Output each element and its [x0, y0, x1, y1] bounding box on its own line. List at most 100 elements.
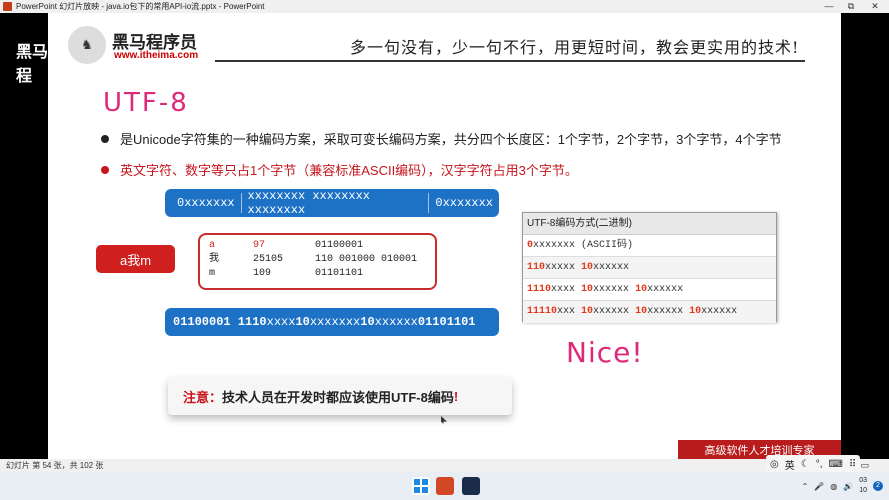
example-row: a 97 01100001: [209, 239, 435, 253]
table-prefix: 10: [635, 306, 648, 317]
ime-toolbar: ◎ 英 ☾ °, ⌨ ⠿: [766, 455, 861, 473]
example-row: m 109 01101101: [209, 267, 435, 281]
table-bits: xxxxxx: [593, 306, 636, 317]
table-bits: xxxxxxx (ASCII码): [533, 240, 634, 251]
table-bits: xxxxxx: [647, 306, 690, 317]
example-char: a: [209, 240, 216, 251]
slide-counter: 幻灯片 第 54 张，共 102 张: [6, 461, 104, 470]
clock[interactable]: 03 10: [859, 476, 867, 496]
brand-logo-icon: ♞: [65, 23, 109, 67]
table-bits: xxxxxx: [647, 284, 684, 295]
ime-language[interactable]: 英: [785, 457, 795, 472]
slogan: 多一句没有，少一句不行，用更短时间，教会更实用的技术!: [350, 38, 800, 57]
table-header: UTF-8编码方式(二进制): [523, 213, 776, 235]
table-prefix: 10: [581, 306, 594, 317]
keyboard-icon[interactable]: ⌨: [828, 459, 842, 470]
encoded-segment: 01101101: [418, 315, 476, 329]
encoded-bits-bold: 01100001 1110: [173, 315, 267, 329]
encoded-bits-bold: 01101101: [417, 315, 476, 329]
encoded-bits-bold: 10: [295, 315, 310, 329]
intellij-taskbar-icon[interactable]: [462, 477, 480, 495]
utf8-format-bar: 0xxxxxxx xxxxxxxx xxxxxxxx xxxxxxxx 0xxx…: [165, 189, 499, 217]
notice-box: 注意： 技术人员在开发时都应该使用UTF-8编码 !: [168, 377, 512, 415]
ime-logo-icon[interactable]: ◎: [770, 459, 779, 470]
windows-start-icon[interactable]: [412, 477, 430, 495]
mouse-cursor-icon: [441, 416, 447, 424]
table-row: 0xxxxxxx (ASCII码): [523, 235, 776, 257]
slide[interactable]: ♞ 黑马程序员 www.itheima.com 多一句没有，少一句不行，用更短时…: [48, 13, 841, 459]
minimize-button[interactable]: —: [818, 0, 840, 13]
encoded-bits: xxxxxx: [374, 315, 418, 329]
taskbar: ⌃ 🎤 ◍ 🔊 03 10 2: [0, 472, 889, 500]
table-bits: xxxxxx: [701, 306, 738, 317]
example-row: 我 25105 110 001000 010001: [209, 253, 435, 267]
brand-logo-url: www.itheima.com: [114, 50, 199, 61]
encoded-bits: xxxx: [266, 315, 296, 329]
encoded-bits: xxxxxxx: [309, 315, 361, 329]
notification-badge[interactable]: 2: [873, 481, 883, 491]
close-button[interactable]: ✕: [864, 0, 886, 13]
table-prefix: 110: [527, 262, 546, 273]
speaker-icon[interactable]: 🔊: [843, 482, 853, 491]
example-binary: 110 001000 010001: [315, 254, 418, 265]
slideshow-stage: 黑马程 ♞ 黑马程序员 www.itheima.com 多一句没有，少一句不行，…: [0, 13, 889, 459]
slide-title: UTF-8: [103, 88, 189, 118]
table-prefix: 11110: [527, 306, 558, 317]
mic-icon[interactable]: 🎤: [814, 482, 824, 491]
example-code: 25105: [253, 254, 284, 265]
status-bar: 幻灯片 第 54 张，共 102 张 ‹ ▦ ▭: [0, 459, 889, 472]
table-bits: xxxxxx: [593, 262, 630, 273]
table-row: 1110xxxx 10xxxxxx 10xxxxxx: [523, 279, 776, 301]
format-segment: 0xxxxxxx: [177, 196, 235, 210]
encoded-bar: 01100001 1110xxxx 10xxxxxxx 10xxxxxx 011…: [165, 308, 499, 336]
notice-text: 技术人员在开发时都应该使用UTF-8编码: [222, 389, 454, 405]
notice-suffix: !: [453, 388, 459, 404]
system-tray: ⌃ 🎤 ◍ 🔊 03 10 2: [802, 472, 883, 500]
table-prefix: 10: [581, 262, 594, 273]
powerpoint-taskbar-icon[interactable]: [436, 477, 454, 495]
window-titlebar: PowerPoint 幻灯片放映 - java.io包下的常用API-io流.p…: [0, 0, 889, 13]
table-prefix: 1110: [527, 284, 552, 295]
example-char: m: [209, 268, 216, 279]
example-binary: 01100001: [315, 240, 364, 251]
example-box: a 97 01100001 我 25105 110 001000 010001 …: [198, 233, 437, 290]
table-bits: xxxxxx: [593, 284, 636, 295]
bullet-dot-icon: [101, 165, 109, 174]
table-prefix: 10: [689, 306, 702, 317]
powerpoint-icon: [3, 2, 12, 11]
grid-icon[interactable]: ⠿: [849, 459, 856, 470]
punctuation-icon[interactable]: °,: [816, 459, 823, 470]
bullet-text: 是Unicode字符集的一种编码方案，采取可变长编码方案，共分四个长度区：1个字…: [120, 132, 782, 147]
network-icon[interactable]: ◍: [830, 482, 837, 491]
format-segment: 0xxxxxxx: [435, 196, 493, 210]
example-code: 97: [253, 240, 266, 251]
slogan-underline: [215, 60, 805, 62]
example-code: 109: [253, 268, 272, 279]
moon-icon[interactable]: ☾: [801, 459, 810, 470]
table-row: 11110xxx 10xxxxxx 10xxxxxx 10xxxxxx: [523, 301, 776, 323]
example-char: 我: [209, 254, 219, 265]
table-prefix: 10: [581, 284, 594, 295]
bullet-dot-icon: [101, 134, 109, 143]
encoded-segment: 10xxxxxx: [360, 315, 418, 329]
encoded-segment: 10xxxxxxx: [295, 315, 360, 329]
notice-prefix: 注意：: [183, 389, 223, 405]
bullet-item: 是Unicode字符集的一种编码方案，采取可变长编码方案，共分四个长度区：1个字…: [101, 129, 782, 148]
format-segment: xxxxxxxx xxxxxxxx xxxxxxxx: [247, 189, 370, 217]
clock-time: 03: [859, 477, 867, 484]
bullet-item: 英文字符、数字等只占1个字节（兼容标准ASCII编码），汉字字符占用3个字节。: [101, 160, 578, 179]
reading-view-icon[interactable]: ▭: [860, 460, 869, 471]
table-prefix: 10: [635, 284, 648, 295]
example-label: a我m: [96, 245, 175, 273]
table-bits: xxxxx: [545, 262, 582, 273]
table-row: 110xxxxx 10xxxxxx: [523, 257, 776, 279]
encoded-segment: 01100001 1110xxxx: [173, 315, 295, 329]
chevron-up-icon[interactable]: ⌃: [802, 482, 809, 491]
bullet-text: 英文字符、数字等只占1个字节（兼容标准ASCII编码），汉字字符占用3个字节。: [120, 163, 578, 178]
brand-left-text: 黑马程: [16, 44, 49, 85]
encoded-bits-bold: 10: [360, 315, 375, 329]
window-title: PowerPoint 幻灯片放映 - java.io包下的常用API-io流.p…: [16, 2, 265, 11]
table-bits: xxx: [557, 306, 582, 317]
restore-button[interactable]: ⧉: [840, 0, 862, 13]
nice-text: Nice!: [566, 336, 644, 369]
